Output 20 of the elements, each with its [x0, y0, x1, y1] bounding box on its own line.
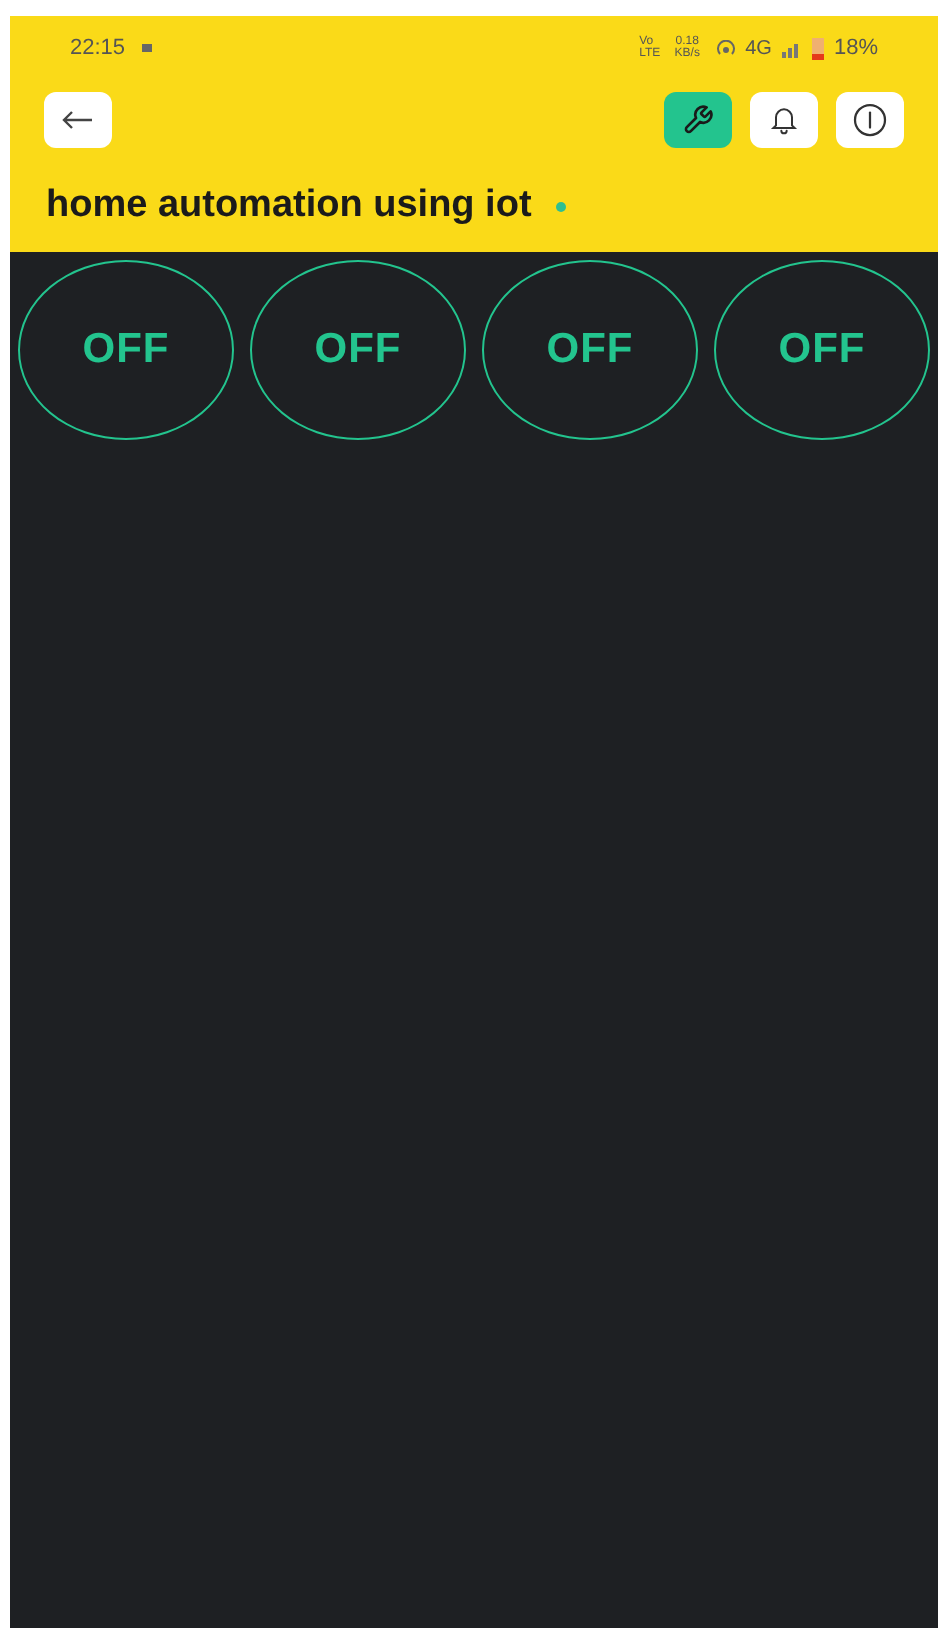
battery-percent: 18% — [833, 33, 878, 64]
bell-icon — [768, 104, 800, 136]
signal-icon — [781, 39, 802, 57]
network-type: 4G — [745, 35, 772, 63]
info-button[interactable] — [836, 92, 904, 148]
wrench-icon — [682, 104, 714, 136]
switch-button[interactable]: OFF — [250, 260, 466, 440]
back-arrow-icon — [62, 110, 94, 130]
wrench-button[interactable] — [664, 92, 732, 148]
status-time: 22:15 — [70, 33, 126, 64]
info-icon — [852, 102, 888, 138]
project-title: home automation using iot — [46, 181, 532, 230]
switch-button[interactable]: OFF — [482, 260, 698, 440]
switch-button[interactable]: OFF — [714, 260, 930, 440]
bell-button[interactable] — [750, 92, 818, 148]
lock-icon — [141, 44, 152, 52]
battery-icon — [811, 37, 824, 59]
hotspot-icon — [715, 40, 736, 56]
back-button[interactable] — [44, 92, 112, 148]
switch-button[interactable]: OFF — [18, 260, 234, 440]
